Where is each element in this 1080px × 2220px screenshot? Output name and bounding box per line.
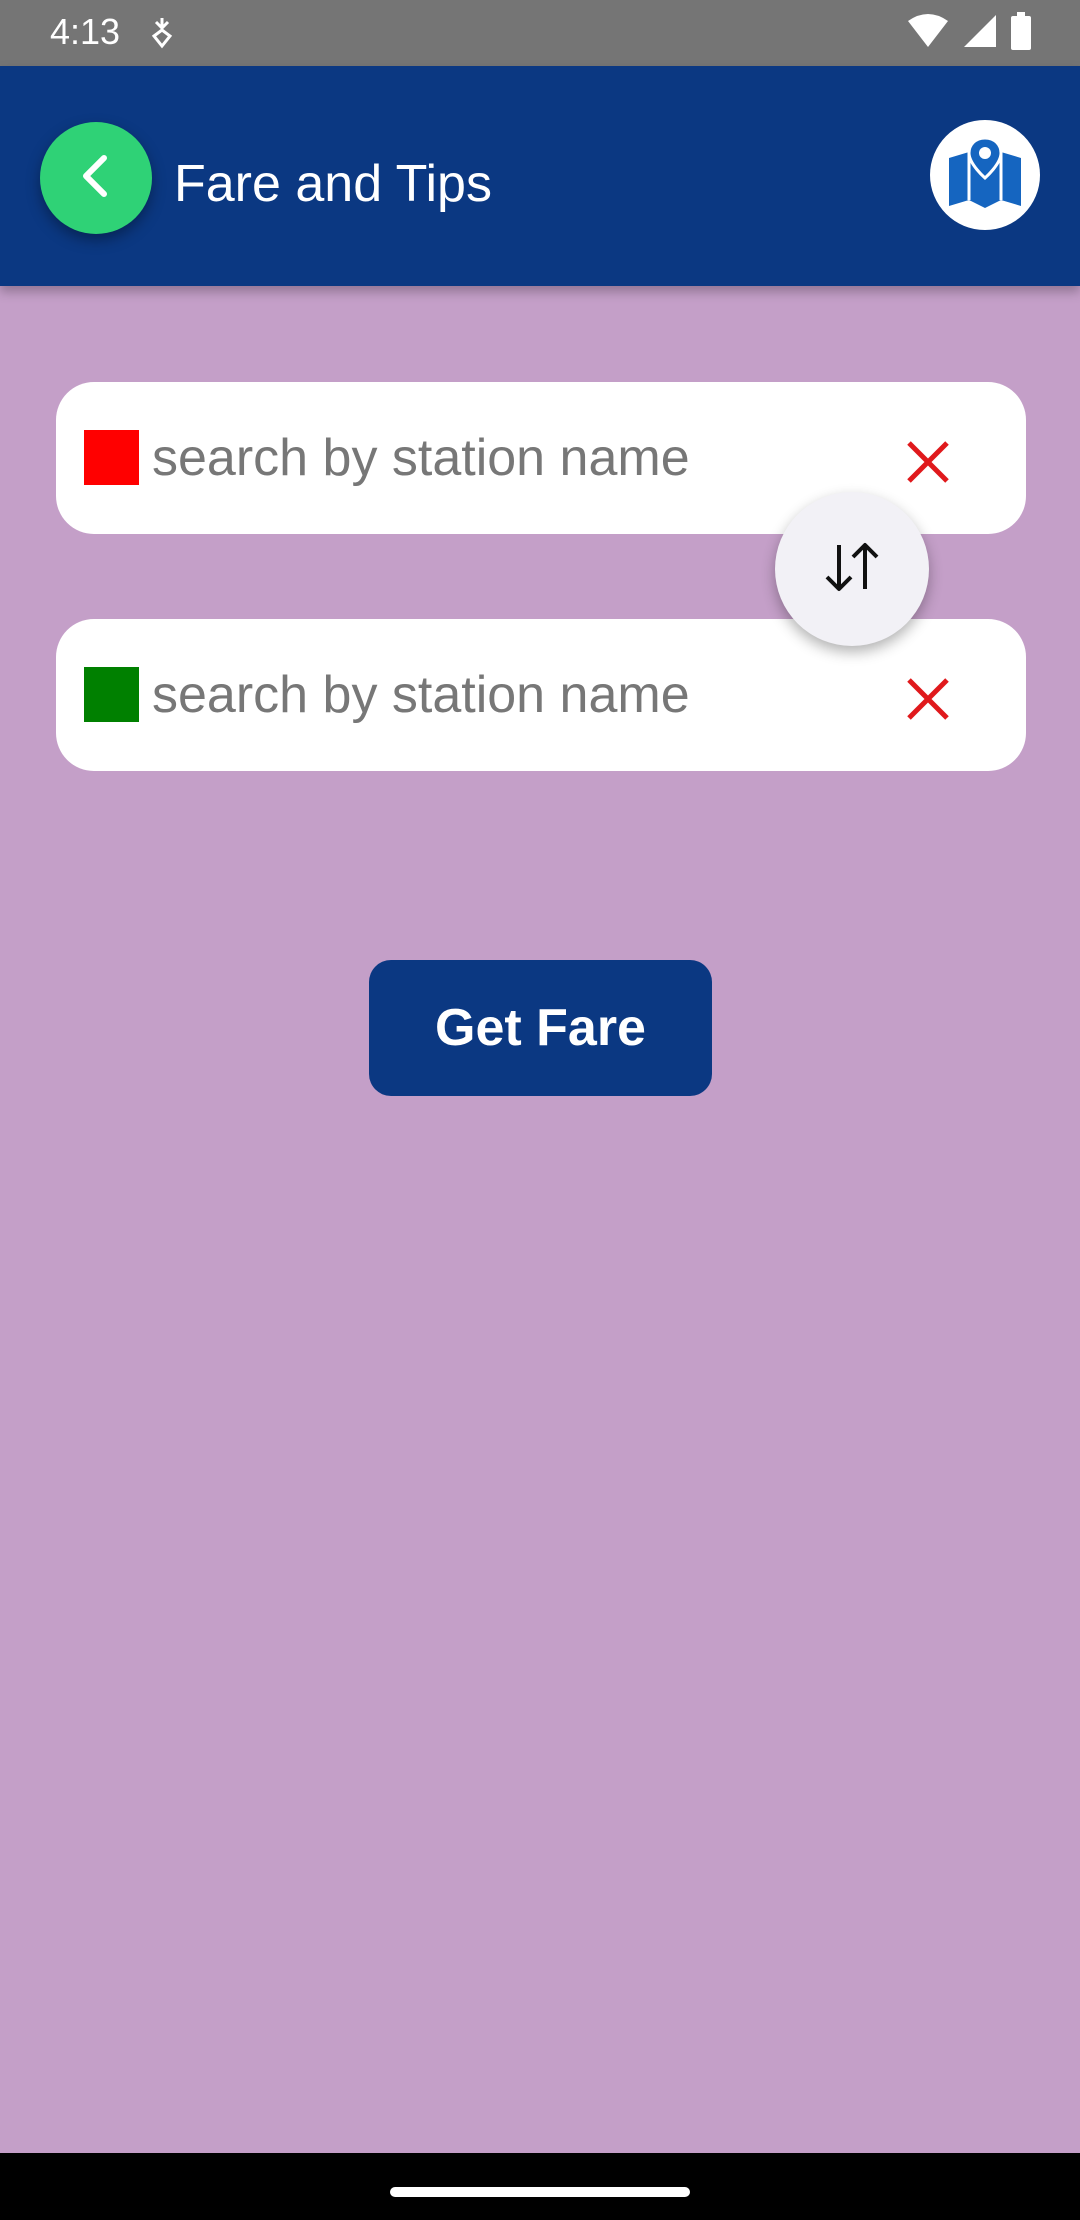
to-station-input[interactable] — [152, 655, 832, 735]
navigation-bar — [0, 2153, 1080, 2220]
battery-icon — [1010, 11, 1032, 55]
page-title: Fare and Tips — [174, 155, 492, 213]
swap-vertical-icon — [821, 539, 883, 600]
map-pin-icon — [945, 135, 1025, 215]
signal-icon — [962, 13, 998, 54]
clear-from-button[interactable] — [900, 434, 956, 490]
chevron-left-icon — [76, 154, 116, 203]
to-station-card — [56, 619, 1026, 771]
app-bar: Fare and Tips — [0, 66, 1080, 286]
back-button[interactable] — [40, 122, 152, 234]
to-station-marker — [84, 667, 139, 722]
get-fare-button[interactable]: Get Fare — [369, 960, 712, 1096]
close-icon — [907, 441, 949, 483]
from-station-input[interactable] — [152, 418, 832, 498]
from-station-marker — [84, 430, 139, 485]
home-indicator[interactable] — [390, 2187, 690, 2197]
close-icon — [907, 678, 949, 720]
status-icons — [906, 11, 1032, 55]
sync-icon — [148, 16, 176, 50]
clear-to-button[interactable] — [900, 671, 956, 727]
wifi-icon — [906, 13, 950, 54]
map-button[interactable] — [930, 120, 1040, 230]
status-time: 4:13 — [50, 11, 121, 52]
swap-stations-button[interactable] — [775, 492, 929, 646]
status-bar: 4:13 — [0, 0, 1080, 66]
